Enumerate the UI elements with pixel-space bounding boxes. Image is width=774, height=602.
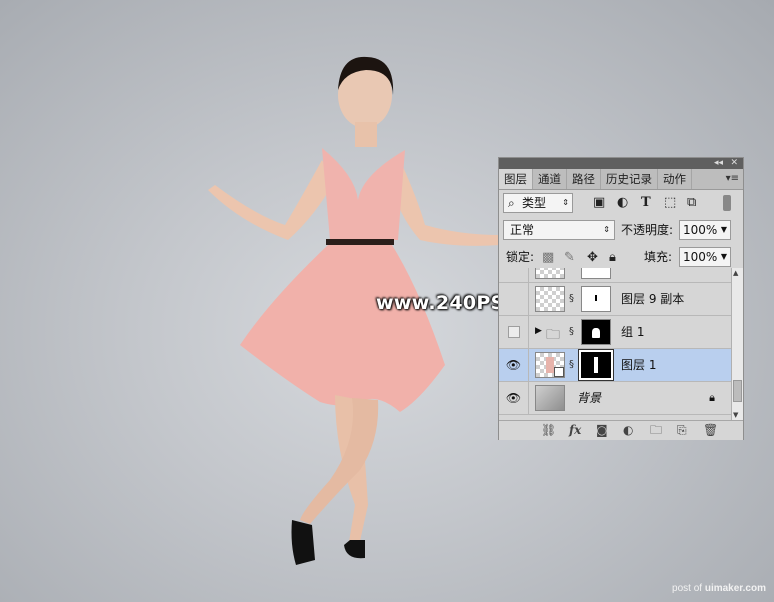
search-icon: ⌕ — [508, 196, 515, 210]
fx-icon[interactable]: fx — [569, 422, 581, 438]
opacity-input[interactable]: 100% ▼ — [679, 220, 731, 240]
smart-object-badge-icon — [554, 367, 564, 377]
text-filter-icon[interactable]: T — [641, 196, 651, 210]
updown-arrows-icon: ⇕ — [562, 198, 569, 207]
tab-history[interactable]: 历史记录 — [601, 169, 658, 189]
scroll-down-icon[interactable]: ▼ — [733, 411, 738, 419]
expand-triangle-icon[interactable]: ▶ — [535, 326, 542, 336]
close-icon[interactable]: ✕ — [730, 157, 738, 169]
chevron-down-icon[interactable]: ▼ — [721, 248, 727, 266]
lock-all-icon[interactable]: 🔒︎ — [609, 251, 616, 265]
group-mask-thumbnail — [581, 319, 611, 345]
collapse-icon[interactable]: ◂◂ — [714, 157, 723, 169]
fill-label: 填充: — [644, 250, 673, 264]
lock-position-icon[interactable]: ✥ — [587, 251, 598, 265]
tab-layers[interactable]: 图层 — [499, 169, 533, 189]
link-icon: § — [569, 359, 574, 370]
link-icon: § — [569, 293, 574, 304]
shape-filter-icon[interactable]: ⬚ — [664, 196, 676, 210]
new-layer-icon[interactable]: ⎘ — [677, 422, 687, 438]
visibility-toggle[interactable]: 👁︎ — [499, 382, 529, 415]
layer-row-selected[interactable]: 👁︎ § 图层 1 — [499, 349, 731, 382]
blend-row: 正常 ⇕ 不透明度: 100% ▼ — [499, 217, 743, 244]
filter-type-select[interactable]: ⌕ 类型 ⇕ — [503, 193, 573, 213]
layer-name[interactable]: 图层 1 — [621, 349, 656, 382]
layer-name[interactable]: 背景 — [577, 382, 601, 415]
layers-panel: ◂◂ ✕ 图层 通道 路径 历史记录 动作 ▾≡ ⌕ 类型 ⇕ ▣ ◐ T ⬚ … — [498, 157, 744, 440]
filter-row: ⌕ 类型 ⇕ ▣ ◐ T ⬚ ⧉ — [499, 190, 743, 217]
blend-mode-select[interactable]: 正常 ⇕ — [503, 220, 615, 240]
lock-pixels-icon[interactable]: ✎ — [564, 251, 575, 265]
smart-object-filter-icon[interactable]: ⧉ — [687, 196, 696, 210]
adjustment-icon[interactable]: ◐ — [623, 422, 633, 438]
panel-menu-icon[interactable]: ▾≡ — [726, 169, 739, 189]
visibility-toggle[interactable] — [499, 268, 529, 283]
lock-row: 锁定: ▩ ✎ ✥ 🔒︎ 填充: 100% ▼ — [499, 244, 743, 271]
image-filter-icon[interactable]: ▣ — [593, 196, 605, 210]
link-icon: § — [569, 326, 574, 337]
add-mask-icon[interactable]: ◙ — [596, 422, 608, 438]
visibility-toggle[interactable] — [499, 316, 529, 349]
panel-titlebar[interactable]: ◂◂ ✕ — [499, 158, 743, 169]
opacity-label: 不透明度: — [621, 223, 674, 237]
layer-name[interactable]: 组 1 — [621, 316, 644, 349]
visibility-toggle[interactable]: 👁︎ — [499, 349, 529, 382]
lock-icon: 🔒︎ — [709, 391, 715, 404]
layer-row[interactable]: ▶ 🗀︎ § 组 1 — [499, 316, 731, 349]
tab-paths[interactable]: 路径 — [567, 169, 601, 189]
folder-icon: 🗀︎ — [546, 327, 560, 343]
credit-watermark: post of uimaker.com — [672, 583, 766, 594]
layer-mask-thumbnail — [581, 268, 611, 279]
link-icon[interactable]: ⛓︎ — [541, 422, 556, 438]
scrollbar-thumb[interactable] — [733, 380, 742, 402]
filter-toggle-switch[interactable] — [723, 195, 731, 211]
adjustment-filter-icon[interactable]: ◐ — [617, 196, 628, 210]
layer-name[interactable]: 图层 9 副本 — [621, 283, 684, 316]
tab-channels[interactable]: 通道 — [533, 169, 567, 189]
delete-icon[interactable]: 🗑︎ — [703, 422, 718, 438]
updown-arrows-icon: ⇕ — [603, 225, 610, 234]
lock-transparency-icon[interactable]: ▩ — [542, 251, 554, 265]
scroll-up-icon[interactable]: ▲ — [733, 269, 738, 277]
layer-thumbnail — [535, 268, 565, 279]
layers-scrollbar[interactable]: ▲ ▼ — [731, 268, 743, 420]
layer-row[interactable]: § 图层 9 副本 — [499, 283, 731, 316]
panel-footer: ⛓︎ fx ◙ ◐ 🗀︎ ⎘ 🗑︎ — [499, 420, 743, 440]
eye-icon: 👁︎ — [505, 358, 522, 372]
layer-mask-thumbnail — [578, 349, 614, 381]
layer-row[interactable]: 👁︎ 背景 🔒︎ — [499, 382, 731, 415]
layer-thumbnail — [535, 385, 565, 411]
lock-label: 锁定: — [506, 250, 535, 264]
layer-row-partial[interactable] — [499, 268, 731, 283]
layer-thumbnail — [535, 352, 565, 378]
eye-icon: 👁︎ — [505, 391, 522, 405]
tab-actions[interactable]: 动作 — [658, 169, 692, 189]
layer-thumbnail — [535, 286, 565, 312]
chevron-down-icon[interactable]: ▼ — [721, 221, 727, 239]
new-group-icon[interactable]: 🗀︎ — [650, 422, 662, 438]
layers-list: § 图层 9 副本 ▶ 🗀︎ § 组 1 👁︎ § 图层 1 👁︎ 背景 🔒︎ — [499, 268, 731, 420]
panel-tabs: 图层 通道 路径 历史记录 动作 ▾≡ — [499, 169, 743, 190]
visibility-toggle[interactable] — [499, 283, 529, 316]
layer-mask-thumbnail — [581, 286, 611, 312]
fill-input[interactable]: 100% ▼ — [679, 247, 731, 267]
